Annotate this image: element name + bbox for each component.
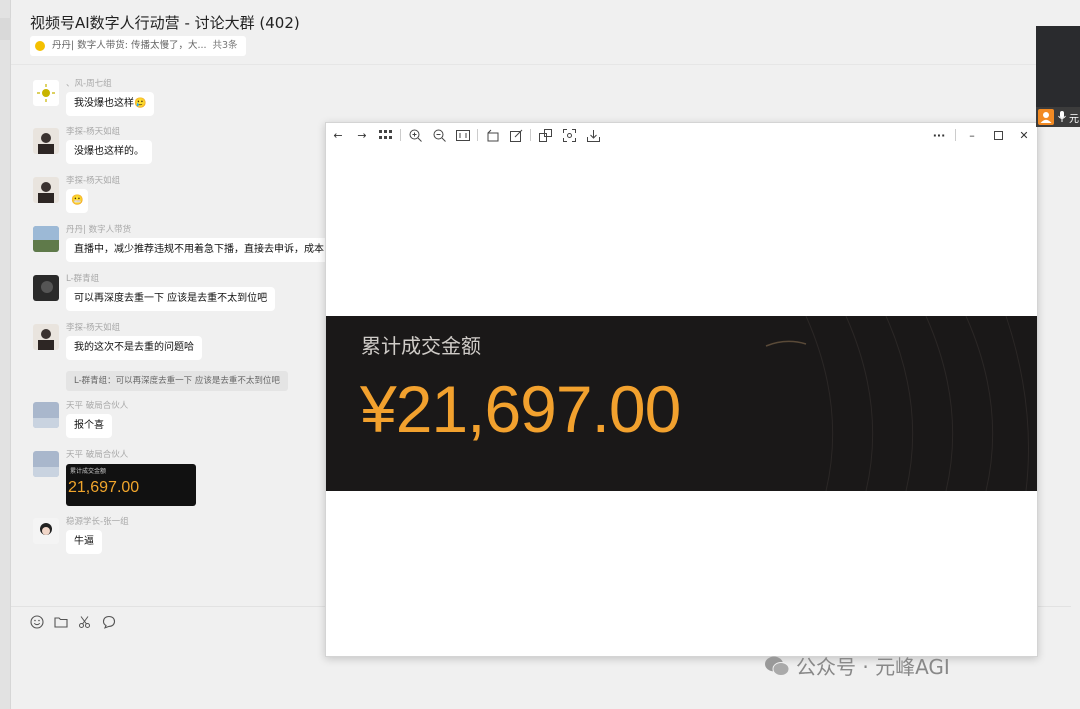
video-tile-bar: 元 xyxy=(1036,107,1080,127)
avatar[interactable] xyxy=(33,177,59,203)
panel-label: 累计成交金额 xyxy=(361,334,481,358)
scan-icon[interactable] xyxy=(557,123,581,147)
video-call-tile[interactable]: 元 xyxy=(1036,26,1080,127)
watermark-text: 公众号 · 元峰AGI xyxy=(796,655,950,679)
edit-icon[interactable] xyxy=(504,123,528,147)
message-bubble[interactable]: 可以再深度去重一下 应该是去重不太到位吧 xyxy=(66,287,276,311)
arrow-right-icon[interactable]: → xyxy=(350,123,374,147)
avatar[interactable] xyxy=(33,451,59,477)
avatar[interactable] xyxy=(33,128,59,154)
chat-bubble-icon[interactable] xyxy=(102,614,116,629)
message-bubble[interactable]: 我没爆也这样🥲 xyxy=(66,92,155,116)
thumbnail-value: 21,697.00 xyxy=(68,479,140,496)
microphone-icon[interactable] xyxy=(1057,110,1067,124)
grid-icon[interactable] xyxy=(374,123,398,147)
sales-panel: 累计成交金额 ¥21,697.00 xyxy=(326,316,1037,491)
sender-name: 天平 破局合伙人 xyxy=(66,450,129,460)
strip-tab[interactable] xyxy=(0,18,11,40)
close-icon[interactable]: ✕ xyxy=(1011,123,1037,147)
sender-name: 、风-周七组 xyxy=(66,79,112,89)
message-bubble[interactable]: 没爆也这样的。 xyxy=(66,140,152,164)
message-bubble[interactable]: 报个喜 xyxy=(66,414,112,438)
actual-size-icon[interactable] xyxy=(451,123,475,147)
download-icon[interactable] xyxy=(581,123,605,147)
notice-icon xyxy=(35,41,45,51)
notice-count: 共3条 xyxy=(212,40,238,51)
toolbar-separator xyxy=(400,129,401,141)
avatar[interactable] xyxy=(33,518,59,544)
avatar[interactable] xyxy=(33,80,59,106)
avatar[interactable] xyxy=(33,324,59,350)
more-icon[interactable]: ··· xyxy=(926,123,952,147)
quoted-message[interactable]: L-群青组：可以再深度去重一下 应该是去重不太到位吧 xyxy=(66,371,288,391)
wechat-icon xyxy=(764,655,790,677)
sender-name: 李探-杨天如组 xyxy=(66,323,121,333)
panel-amount: ¥21,697.00 xyxy=(360,372,681,446)
thumbnail-label: 累计成交金额 xyxy=(70,468,107,475)
minimize-icon[interactable]: – xyxy=(959,123,985,147)
zoom-in-icon[interactable] xyxy=(403,123,427,147)
header-divider xyxy=(11,64,1071,65)
scissors-icon[interactable] xyxy=(78,614,92,628)
left-strip xyxy=(0,0,11,709)
sender-name: 稳源学长-张一组 xyxy=(66,517,129,527)
viewer-window-controls: ··· – ✕ xyxy=(926,123,1037,147)
rotate-icon[interactable] xyxy=(480,123,504,147)
watermark: 公众号 · 元峰AGI xyxy=(764,651,950,680)
emoji-icon[interactable] xyxy=(30,614,44,629)
image-thumbnail[interactable]: 累计成交金额 21,697.00 xyxy=(66,464,196,506)
arrow-left-icon[interactable]: ← xyxy=(326,123,350,147)
input-toolbar xyxy=(30,614,116,629)
participant-name: 元 xyxy=(1069,114,1079,125)
sender-name: 李探-杨天如组 xyxy=(66,176,121,186)
message-bubble[interactable]: 牛逼 xyxy=(66,530,102,554)
sender-name: 李探-杨天如组 xyxy=(66,127,121,137)
toolbar-separator xyxy=(477,129,478,141)
chat-title: 视频号AI数字人行动营 - 讨论大群 (402) xyxy=(30,14,300,32)
person-icon xyxy=(1038,109,1054,125)
sender-name: 天平 破局合伙人 xyxy=(66,401,129,411)
image-viewer: ← → ··· – ✕ 累计成交金额 ¥21,697.00 xyxy=(325,122,1038,657)
sender-name: L-群青组 xyxy=(66,274,100,284)
toolbar-separator xyxy=(955,129,956,141)
avatar[interactable] xyxy=(33,402,59,428)
group-notice[interactable]: 丹丹| 数字人带货: 传播太慢了，大... 共3条 xyxy=(30,36,246,56)
sender-name: 丹丹| 数字人带货 xyxy=(66,225,132,235)
notice-text: 丹丹| 数字人带货: 传播太慢了，大... xyxy=(52,40,207,51)
message-bubble[interactable]: 我的这次不是去重的问题哈 xyxy=(66,336,202,360)
message-bubble[interactable]: 😬 xyxy=(66,189,89,213)
maximize-icon[interactable] xyxy=(985,123,1011,147)
message-bubble[interactable]: 直播中，减少推荐违规不用着急下播，直接去申诉，成本 xyxy=(66,238,332,262)
avatar[interactable] xyxy=(33,275,59,301)
folder-icon[interactable] xyxy=(54,614,68,628)
zoom-out-icon[interactable] xyxy=(427,123,451,147)
avatar[interactable] xyxy=(33,226,59,252)
translate-icon[interactable] xyxy=(533,123,557,147)
toolbar-separator xyxy=(530,129,531,141)
